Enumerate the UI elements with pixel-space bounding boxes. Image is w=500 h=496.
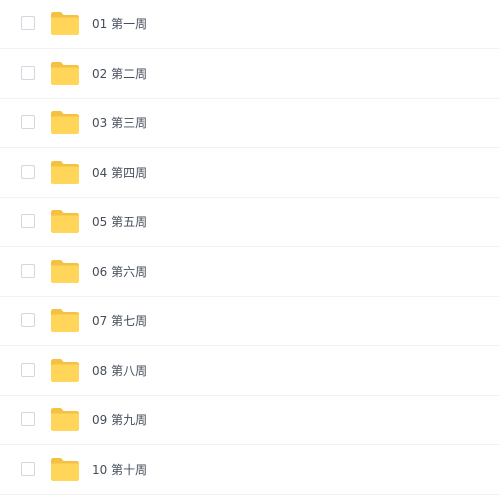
row-checkbox[interactable] [21, 263, 35, 278]
folder-name[interactable]: 10 第十周 [92, 446, 147, 495]
folder-icon [50, 10, 80, 36]
folder-icon [50, 406, 80, 432]
folder-row[interactable]: 01 第一周 [0, 0, 500, 49]
folder-name[interactable]: 02 第二周 [92, 50, 147, 99]
row-checkbox[interactable] [21, 115, 35, 129]
folder-icon [50, 109, 80, 135]
folder-name[interactable]: 01 第一周 [92, 0, 147, 49]
row-checkbox[interactable] [21, 313, 35, 327]
row-checkbox[interactable] [21, 412, 35, 426]
folder-name[interactable]: 08 第八周 [92, 347, 147, 396]
folder-row[interactable]: 10 第十周 [0, 446, 500, 495]
folder-icon [50, 307, 80, 333]
row-checkbox[interactable] [21, 214, 35, 228]
folder-icon [50, 258, 80, 284]
row-checkbox[interactable] [21, 65, 35, 80]
folder-row[interactable]: 06 第六周 [0, 248, 500, 297]
folder-row[interactable]: 03 第三周 [0, 99, 500, 148]
folder-row[interactable]: 05 第五周 [0, 198, 500, 247]
folder-name[interactable]: 07 第七周 [92, 297, 147, 346]
folder-icon [50, 456, 80, 482]
row-checkbox[interactable] [21, 461, 35, 476]
folder-name[interactable]: 04 第四周 [92, 149, 147, 198]
row-checkbox[interactable] [21, 164, 35, 179]
folder-row[interactable]: 08 第八周 [0, 347, 500, 396]
row-checkbox[interactable] [21, 362, 35, 377]
folder-icon [50, 159, 80, 185]
folder-row[interactable]: 02 第二周 [0, 50, 500, 99]
folder-name[interactable]: 09 第九周 [92, 396, 147, 445]
folder-name[interactable]: 06 第六周 [92, 248, 147, 297]
folder-name[interactable]: 05 第五周 [92, 198, 147, 247]
row-checkbox[interactable] [21, 16, 35, 30]
folder-row[interactable]: 07 第七周 [0, 297, 500, 346]
folder-name[interactable]: 03 第三周 [92, 99, 147, 148]
folder-icon [50, 208, 80, 234]
folder-row[interactable]: 09 第九周 [0, 396, 500, 445]
folder-icon [50, 357, 80, 383]
file-list: 01 第一周 02 第二周 03 第三周 04 第四周 05 第五周 06 第六 [0, 0, 500, 496]
folder-row[interactable]: 04 第四周 [0, 149, 500, 198]
folder-icon [50, 60, 80, 86]
